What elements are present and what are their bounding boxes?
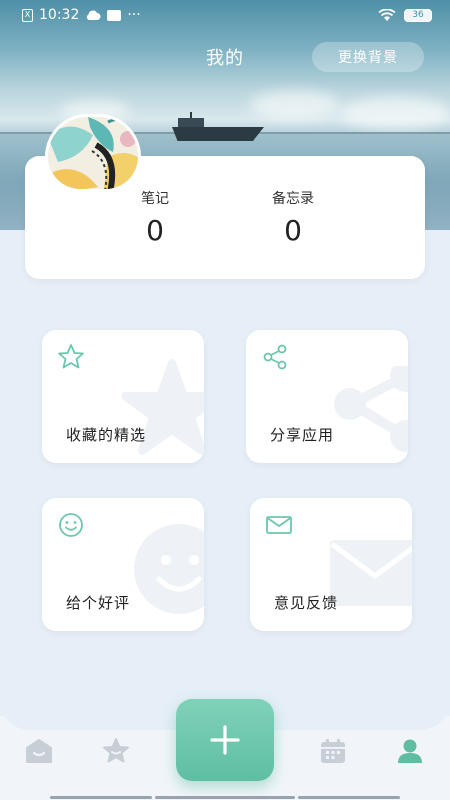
share-icon: [263, 344, 287, 370]
memos-label: 备忘录: [272, 191, 314, 207]
calendar-icon[interactable]: [318, 736, 348, 766]
home-indicator: [50, 796, 152, 799]
feedback-label: 意见反馈: [274, 594, 339, 612]
share-app-card[interactable]: 分享应用: [246, 330, 408, 463]
star-icon: [58, 344, 84, 369]
smiley-icon: [59, 513, 83, 537]
change-background-button[interactable]: 更换背景: [312, 42, 424, 72]
wifi-icon: [378, 8, 396, 21]
avatar[interactable]: [45, 114, 141, 192]
home-indicator-middle: [155, 796, 295, 799]
rate-app-label: 给个好评: [66, 594, 131, 612]
mail-icon: [266, 516, 292, 534]
battery-indicator: 36: [404, 8, 432, 22]
status-time: 10:32: [39, 7, 80, 23]
add-button[interactable]: [176, 699, 274, 781]
mail-notification-icon: [107, 9, 122, 21]
notes-label: 笔记: [141, 191, 169, 207]
memos-count: 0: [284, 214, 302, 247]
more-notifications-icon: ···: [127, 7, 141, 23]
notes-count: 0: [146, 214, 164, 247]
favorites-card[interactable]: 收藏的精选: [42, 330, 204, 463]
memos-stat[interactable]: 备忘录 0: [248, 188, 338, 247]
feedback-card[interactable]: 意见反馈: [250, 498, 412, 631]
favorites-nav-icon[interactable]: [101, 736, 131, 766]
home-icon[interactable]: [24, 736, 54, 766]
rate-app-card[interactable]: 给个好评: [42, 498, 204, 631]
share-watermark-icon: [334, 366, 408, 452]
mail-watermark-icon: [330, 540, 412, 606]
home-indicator-right: [298, 796, 400, 799]
share-app-label: 分享应用: [270, 426, 335, 444]
user-icon[interactable]: [395, 736, 425, 766]
status-bar: X 10:32 ··· 36: [0, 0, 450, 30]
cloud-icon: [87, 10, 101, 20]
favorites-label: 收藏的精选: [66, 426, 147, 444]
smiley-watermark-icon: [134, 524, 204, 614]
sim-icon: X: [22, 8, 33, 22]
notes-stat[interactable]: 笔记 0: [110, 188, 200, 247]
add-icon: [210, 725, 240, 755]
